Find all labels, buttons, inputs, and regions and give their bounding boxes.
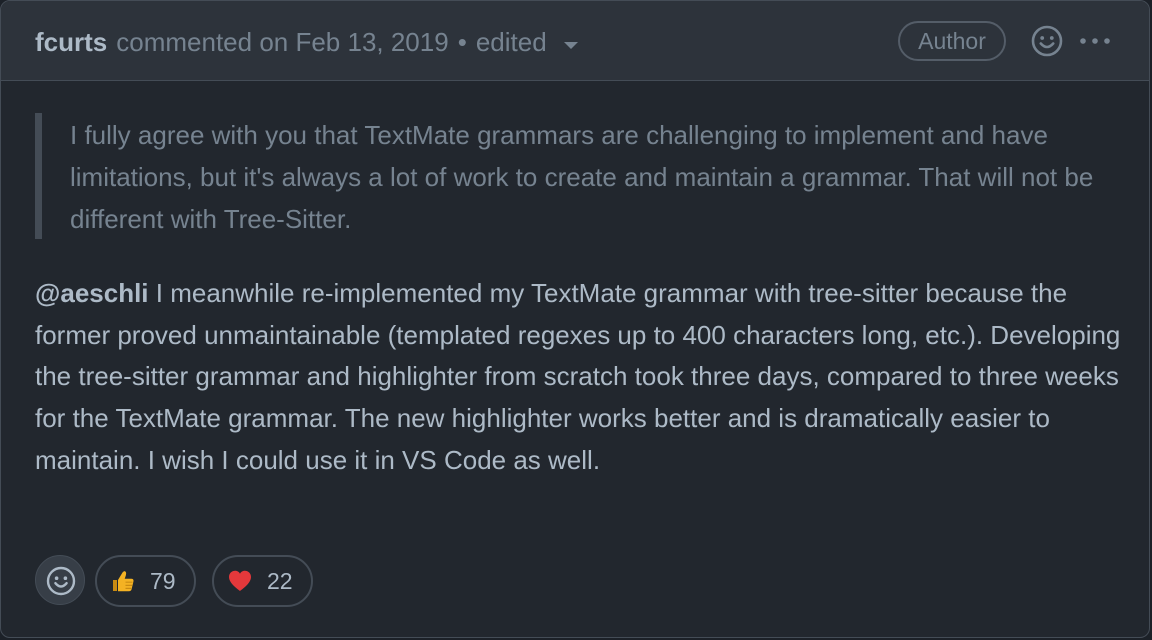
- smiley-icon: [46, 566, 76, 596]
- chevron-down-icon: [563, 41, 578, 49]
- quote-text: I fully agree with you that TextMate gra…: [70, 120, 1094, 234]
- heart-count: 22: [267, 567, 293, 594]
- comment-body-text: I meanwhile re-implemented my TextMate g…: [35, 278, 1121, 475]
- quoted-text: I fully agree with you that TextMate gra…: [35, 113, 1095, 239]
- kebab-icon: [1080, 38, 1110, 44]
- thumbs-up-icon: [113, 571, 134, 592]
- thumbs-up-count: 79: [150, 567, 176, 594]
- edited-label: edited: [475, 27, 547, 57]
- reaction-thumbs-up[interactable]: 79: [95, 555, 196, 607]
- comment-body: @aeschli I meanwhile re-implemented my T…: [35, 273, 1125, 482]
- reaction-heart[interactable]: 22: [212, 555, 313, 607]
- add-reaction-button[interactable]: [1029, 23, 1065, 59]
- comment-meta: fcurts commented on Feb 13, 2019 • edite…: [35, 25, 578, 59]
- add-reaction-smiley-button[interactable]: [35, 555, 85, 605]
- separator-dot: •: [457, 27, 467, 57]
- heart-icon: [229, 570, 251, 591]
- more-options-button[interactable]: [1075, 29, 1115, 53]
- user-mention[interactable]: @aeschli: [35, 278, 149, 308]
- edited-dropdown[interactable]: edited: [476, 25, 578, 59]
- author-link[interactable]: fcurts: [35, 25, 107, 59]
- comment-header: fcurts commented on Feb 13, 2019 • edite…: [1, 1, 1149, 81]
- smiley-icon: [1031, 25, 1063, 57]
- author-badge: Author: [898, 21, 1006, 61]
- comment-card: fcurts commented on Feb 13, 2019 • edite…: [0, 0, 1150, 638]
- comment-timestamp[interactable]: commented on Feb 13, 2019: [116, 25, 448, 59]
